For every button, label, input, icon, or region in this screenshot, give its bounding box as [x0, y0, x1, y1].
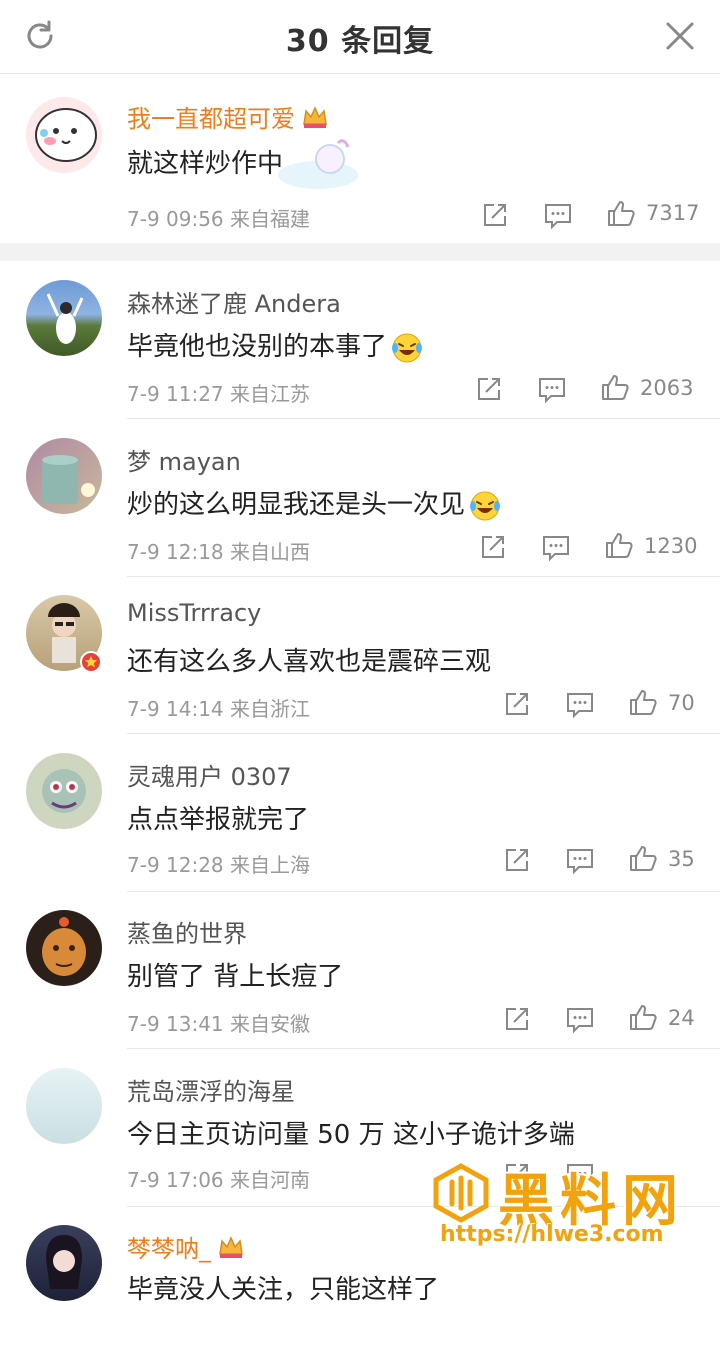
comment-icon[interactable]	[543, 200, 573, 230]
share-icon[interactable]	[480, 200, 510, 230]
comment-text: 别管了 背上长痘了	[127, 962, 344, 992]
watermark-logo-icon	[433, 1163, 489, 1223]
like-icon[interactable]	[604, 530, 634, 560]
like-count: 7317	[646, 201, 700, 225]
username[interactable]: 森林迷了鹿 Andera	[127, 284, 341, 319]
crown-icon	[219, 1236, 243, 1258]
like-icon[interactable]	[628, 843, 658, 873]
verified-badge-icon	[80, 651, 102, 673]
share-icon[interactable]	[502, 845, 532, 875]
like-count: 2063	[640, 376, 694, 400]
username[interactable]: 我一直都超可爱	[127, 99, 329, 134]
avatar[interactable]	[26, 280, 102, 356]
avatar[interactable]	[26, 1225, 102, 1301]
comment-text: 毕竟没人关注，只能这样了	[127, 1275, 440, 1305]
avatar[interactable]	[26, 97, 102, 173]
section-separator	[0, 243, 720, 261]
like-icon[interactable]	[600, 372, 630, 402]
comment-meta: 7-9 14:14 来自浙江	[127, 697, 311, 721]
decoration-sticker	[278, 139, 358, 189]
comment-meta: 7-9 11:27 来自江苏	[127, 382, 311, 406]
comment-meta: 7-9 17:06 来自河南	[127, 1168, 311, 1192]
avatar[interactable]	[26, 753, 102, 829]
username[interactable]: 棽棽呐_	[127, 1229, 245, 1264]
comment-icon[interactable]	[541, 532, 571, 562]
comment-icon[interactable]	[537, 374, 567, 404]
avatar[interactable]	[26, 910, 102, 986]
watermark: 黑料网 https://hlwe3.com	[430, 1162, 710, 1258]
watermark-url: https://hlwe3.com	[440, 1222, 664, 1247]
like-count: 1230	[644, 534, 698, 558]
comment-meta: 7-9 12:28 来自上海	[127, 853, 311, 877]
comment-text: 还有这么多人喜欢也是震碎三观	[127, 647, 492, 677]
like-count: 70	[668, 691, 695, 715]
divider	[127, 418, 720, 419]
like-count: 24	[668, 1006, 695, 1030]
laugh-cry-emoji	[392, 333, 423, 362]
comment-icon[interactable]	[565, 689, 595, 719]
comment-text: 今日主页访问量 50 万 这小子诡计多端	[127, 1120, 575, 1150]
reply-item: 灵魂用户 0307 点点举报就完了 7-9 12:28 来自上海 35	[0, 735, 720, 892]
share-icon[interactable]	[474, 374, 504, 404]
reply-item: 蒸鱼的世界 别管了 背上长痘了 7-9 13:41 来自安徽 24	[0, 892, 720, 1049]
crown-icon	[303, 106, 327, 128]
divider	[127, 733, 720, 734]
username[interactable]: 荒岛漂浮的海星	[127, 1072, 295, 1107]
avatar[interactable]	[26, 1068, 102, 1144]
share-icon[interactable]	[478, 532, 508, 562]
like-icon[interactable]	[628, 1002, 658, 1032]
divider	[127, 1048, 720, 1049]
like-count: 35	[668, 847, 695, 871]
reply-item: 森林迷了鹿 Andera 毕竟他也没别的本事了 7-9 11:27 来自江苏 2…	[0, 262, 720, 419]
share-icon[interactable]	[502, 689, 532, 719]
share-icon[interactable]	[502, 1004, 532, 1034]
comment-icon[interactable]	[565, 845, 595, 875]
laugh-cry-emoji	[470, 491, 501, 520]
comment-text: 炒的这么明显我还是头一次见	[127, 484, 501, 522]
like-icon[interactable]	[628, 687, 658, 717]
reply-item: MissTrrracy 还有这么多人喜欢也是震碎三观 7-9 14:14 来自浙…	[0, 577, 720, 734]
comment-meta: 7-9 09:56 来自福建	[127, 207, 311, 231]
username[interactable]: 灵魂用户 0307	[127, 757, 292, 792]
username[interactable]: MissTrrracy	[127, 599, 261, 627]
avatar[interactable]	[26, 438, 102, 514]
page-title: 30 条回复	[285, 24, 435, 59]
close-icon[interactable]	[664, 20, 696, 52]
username[interactable]: 蒸鱼的世界	[127, 914, 247, 949]
reply-item: 梦 mayan 炒的这么明显我还是头一次见 7-9 12:18 来自山西 123…	[0, 420, 720, 577]
header: 30 条回复	[0, 0, 720, 74]
comment-text: 毕竟他也没别的本事了	[127, 326, 423, 364]
main-comment: 我一直都超可爱 就这样炒作中 7-9 09:56 来自福建 7317	[0, 75, 720, 243]
username[interactable]: 梦 mayan	[127, 442, 241, 477]
comment-icon[interactable]	[565, 1004, 595, 1034]
like-icon[interactable]	[606, 198, 636, 228]
comment-text: 点点举报就完了	[127, 805, 310, 835]
comment-meta: 7-9 12:18 来自山西	[127, 540, 311, 564]
comment-meta: 7-9 13:41 来自安徽	[127, 1012, 311, 1036]
